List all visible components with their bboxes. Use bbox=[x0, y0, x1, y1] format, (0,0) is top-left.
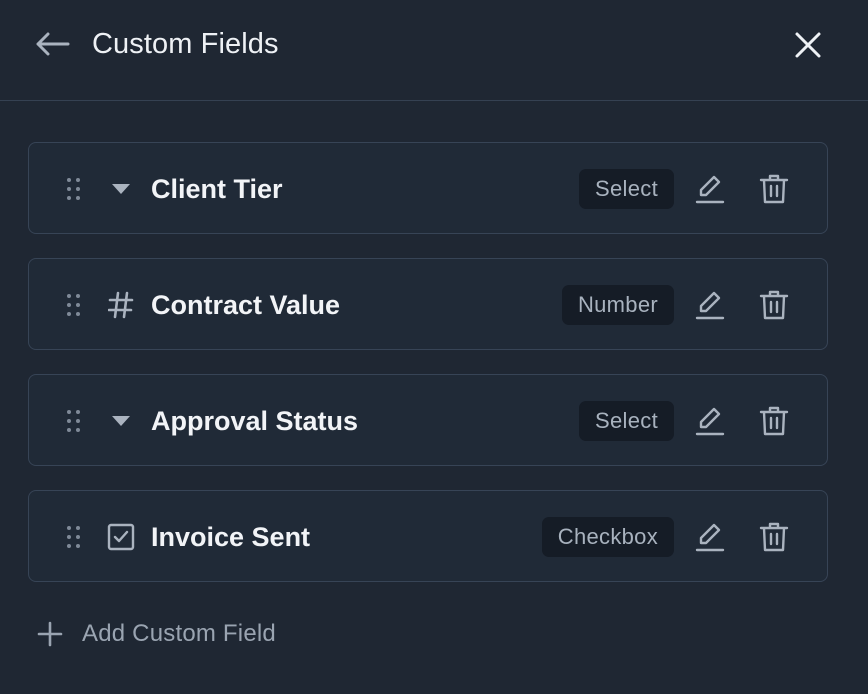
trash-icon bbox=[759, 173, 789, 205]
drag-handle-icon[interactable] bbox=[65, 292, 83, 318]
checkbox-icon bbox=[107, 523, 135, 551]
plus-icon bbox=[36, 620, 64, 648]
pencil-icon bbox=[695, 289, 725, 321]
back-button[interactable] bbox=[33, 28, 71, 60]
edit-field-button[interactable] bbox=[693, 403, 727, 439]
dropdown-caret-icon bbox=[107, 175, 135, 203]
drag-handle-icon[interactable] bbox=[65, 408, 83, 434]
dropdown-caret-icon bbox=[107, 407, 135, 435]
delete-field-button[interactable] bbox=[757, 171, 791, 207]
page-title: Custom Fields bbox=[92, 28, 279, 60]
field-type-badge: Select bbox=[579, 169, 674, 209]
trash-icon bbox=[759, 405, 789, 437]
custom-field-row: Client Tier Select bbox=[28, 142, 828, 234]
edit-field-button[interactable] bbox=[693, 171, 727, 207]
add-custom-field-label: Add Custom Field bbox=[82, 620, 276, 647]
field-type-badge: Select bbox=[579, 401, 674, 441]
field-name: Approval Status bbox=[151, 406, 359, 436]
pencil-icon bbox=[695, 521, 725, 553]
trash-icon bbox=[759, 289, 789, 321]
edit-field-button[interactable] bbox=[693, 287, 727, 323]
close-icon bbox=[794, 31, 822, 59]
arrow-left-icon bbox=[34, 32, 70, 56]
edit-field-button[interactable] bbox=[693, 519, 727, 555]
field-name: Invoice Sent bbox=[151, 522, 311, 552]
add-custom-field-button[interactable]: Add Custom Field bbox=[36, 614, 276, 654]
delete-field-button[interactable] bbox=[757, 403, 791, 439]
custom-field-row: Contract Value Number bbox=[28, 258, 828, 350]
pencil-icon bbox=[695, 405, 725, 437]
pencil-icon bbox=[695, 173, 725, 205]
custom-field-row: Invoice Sent Checkbox bbox=[28, 490, 828, 582]
custom-field-row: Approval Status Select bbox=[28, 374, 828, 466]
field-type-badge: Number bbox=[561, 285, 674, 325]
hash-icon bbox=[107, 291, 135, 319]
custom-field-list: Client Tier Select Contract Value Number… bbox=[28, 142, 828, 606]
drag-handle-icon[interactable] bbox=[65, 524, 83, 550]
trash-icon bbox=[759, 521, 789, 553]
field-name: Contract Value bbox=[151, 290, 341, 320]
panel-header: Custom Fields bbox=[0, 0, 868, 101]
close-button[interactable] bbox=[790, 27, 826, 63]
delete-field-button[interactable] bbox=[757, 287, 791, 323]
delete-field-button[interactable] bbox=[757, 519, 791, 555]
drag-handle-icon[interactable] bbox=[65, 176, 83, 202]
field-name: Client Tier bbox=[151, 174, 283, 204]
field-type-badge: Checkbox bbox=[541, 517, 674, 557]
